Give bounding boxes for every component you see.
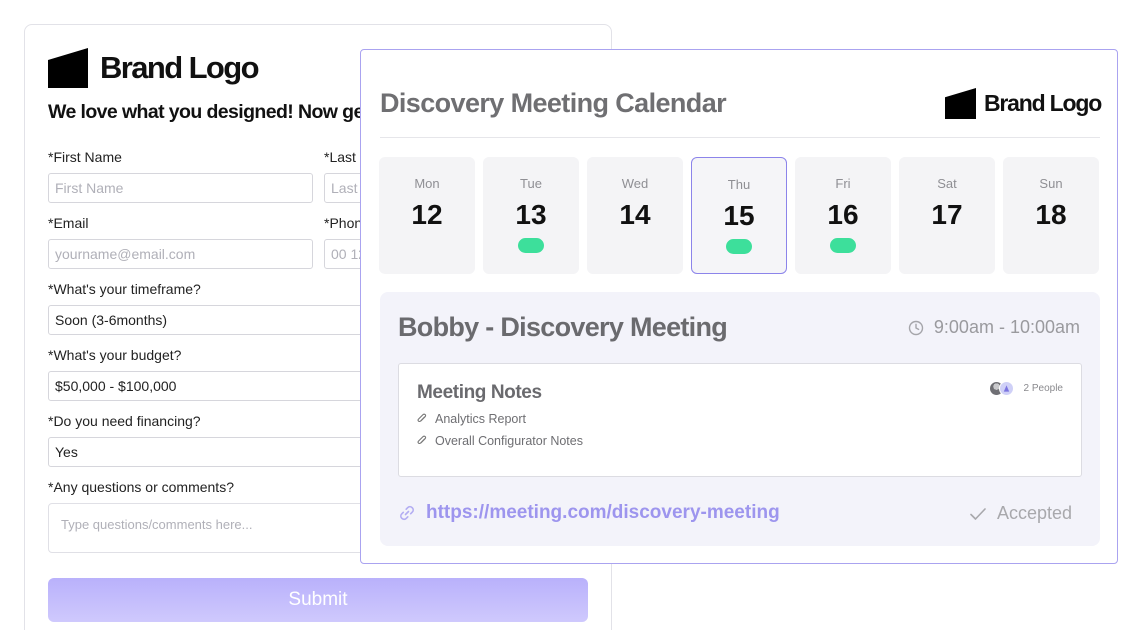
note-attachment[interactable]: Overall Configurator Notes	[417, 434, 583, 448]
day-number: 16	[827, 199, 859, 230]
budget-select[interactable]: $50,000 - $100,000	[48, 371, 388, 401]
meeting-indicator	[830, 238, 856, 253]
day-tile-sun[interactable]: Sun 18	[1003, 157, 1099, 274]
people-count: 2 People	[1023, 383, 1063, 394]
note-label: Analytics Report	[435, 412, 527, 426]
meeting-indicator	[726, 239, 752, 254]
meeting-status: Accepted	[969, 503, 1072, 524]
budget-label: *What's your budget?	[48, 347, 182, 363]
day-name: Sun	[1039, 176, 1063, 191]
day-name: Mon	[414, 176, 440, 191]
link-icon	[400, 505, 414, 521]
divider	[380, 137, 1100, 138]
financing-label: *Do you need financing?	[48, 413, 201, 429]
day-tile-tue[interactable]: Tue 13	[483, 157, 579, 274]
brand-logo-mark	[48, 48, 88, 88]
day-name: Wed	[621, 176, 649, 191]
meeting-time: 9:00am - 10:00am	[908, 317, 1080, 338]
brand-logo-mark	[945, 88, 976, 119]
meeting-status-text: Accepted	[996, 503, 1072, 523]
timeframe-label: *What's your timeframe?	[48, 281, 201, 297]
meeting-link-url: https://meeting.com/discovery-meeting	[426, 502, 780, 523]
form-headline: We love what you designed! Now ge	[48, 101, 364, 123]
day-tile-sat[interactable]: Sat 17	[899, 157, 995, 274]
comments-textarea[interactable]: Type questions/comments here...	[48, 503, 388, 553]
day-tile-thu[interactable]: Thu 15	[691, 157, 787, 274]
timeframe-select[interactable]: Soon (3-6months)	[48, 305, 388, 335]
day-name: Sat	[937, 176, 957, 191]
email-label: *Email	[48, 215, 89, 231]
brand-logo: Brand Logo	[48, 48, 260, 88]
meeting-notes-box: Meeting Notes 2 People Analytics Report …	[398, 363, 1082, 477]
day-number: 15	[723, 200, 755, 231]
check-icon	[970, 507, 986, 520]
stage: Brand Logo We love what you designed! No…	[0, 0, 1140, 630]
phone-label: *Phon	[324, 215, 363, 231]
day-name: Fri	[835, 176, 851, 191]
calendar-title: Discovery Meeting Calendar	[380, 88, 727, 118]
note-label: Overall Configurator Notes	[435, 434, 583, 448]
day-number: 13	[515, 199, 547, 230]
day-number: 14	[619, 199, 651, 230]
brand-logo-text: Brand Logo	[984, 90, 1102, 116]
day-tile-fri[interactable]: Fri 16	[795, 157, 891, 274]
note-attachment[interactable]: Analytics Report	[417, 412, 526, 426]
meeting-calendar-card: Discovery Meeting Calendar Brand Logo Mo…	[360, 49, 1118, 564]
clock-icon	[908, 320, 924, 335]
day-name: Tue	[520, 176, 542, 191]
user-icon	[1003, 385, 1009, 392]
calendar-brand-logo: Brand Logo	[945, 88, 1102, 119]
meeting-indicator	[518, 238, 544, 253]
attendees[interactable]: 2 People	[988, 381, 1063, 396]
email-input[interactable]: yourname@email.com	[48, 239, 313, 269]
first-name-label: *First Name	[48, 149, 122, 165]
day-name: Thu	[727, 177, 751, 192]
meeting-title: Bobby - Discovery Meeting	[398, 312, 728, 342]
day-number: 17	[931, 199, 963, 230]
financing-select[interactable]: Yes	[48, 437, 388, 467]
first-name-input[interactable]: First Name	[48, 173, 313, 203]
day-number: 12	[411, 199, 443, 230]
meeting-detail-panel: Bobby - Discovery Meeting 9:00am - 10:00…	[380, 292, 1100, 546]
paperclip-icon	[417, 435, 427, 445]
meeting-link[interactable]: https://meeting.com/discovery-meeting	[398, 502, 780, 524]
day-tile-wed[interactable]: Wed 14	[587, 157, 683, 274]
paperclip-icon	[417, 413, 427, 423]
meeting-notes-title: Meeting Notes	[417, 382, 542, 403]
submit-button[interactable]: Submit	[48, 578, 588, 622]
avatar	[998, 381, 1014, 396]
brand-logo-text: Brand Logo	[100, 50, 260, 85]
day-tile-mon[interactable]: Mon 12	[379, 157, 475, 274]
day-number: 18	[1035, 199, 1067, 230]
comments-label: *Any questions or comments?	[48, 479, 234, 495]
meeting-time-text: 9:00am - 10:00am	[933, 317, 1080, 337]
